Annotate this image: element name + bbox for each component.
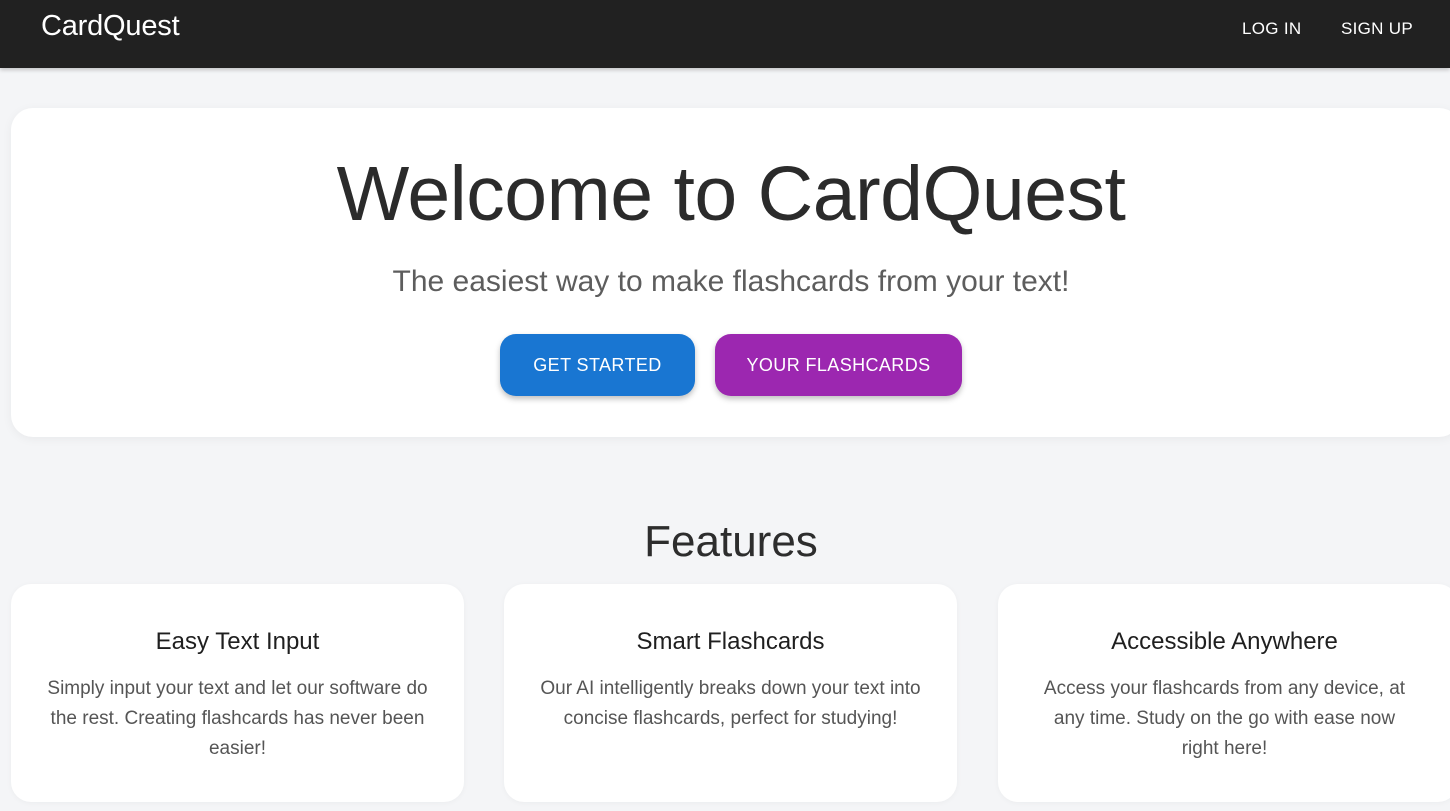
hero-section: Welcome to CardQuest The easiest way to … <box>11 108 1450 437</box>
your-flashcards-button[interactable]: YOUR FLASHCARDS <box>715 334 962 396</box>
hero-title: Welcome to CardQuest <box>336 151 1126 237</box>
features-heading: Features <box>644 517 818 566</box>
feature-description: Access your flashcards from any device, … <box>1043 678 1406 759</box>
get-started-button[interactable]: GET STARTED <box>500 334 695 396</box>
feature-card-accessible-anywhere: Accessible Anywhere Access your flashcar… <box>998 584 1450 802</box>
hero-subtitle: The easiest way to make flashcards from … <box>392 265 1070 298</box>
feature-card-easy-text-input: Easy Text Input Simply input your text a… <box>11 584 464 802</box>
feature-card-smart-flashcards: Smart Flashcards Our AI intelligently br… <box>504 584 957 802</box>
feature-title: Smart Flashcards <box>636 628 825 655</box>
feature-description: Simply input your text and let our softw… <box>47 678 428 759</box>
signup-button[interactable]: SIGN UP <box>1341 17 1413 41</box>
feature-description: Our AI intelligently breaks down your te… <box>540 678 921 729</box>
feature-title: Accessible Anywhere <box>1111 628 1338 655</box>
feature-title: Easy Text Input <box>155 628 320 655</box>
brand-logo-text[interactable]: CardQuest <box>41 10 180 43</box>
login-button[interactable]: LOG IN <box>1242 17 1301 41</box>
app-bar: CardQuest LOG IN SIGN UP <box>0 0 1450 68</box>
